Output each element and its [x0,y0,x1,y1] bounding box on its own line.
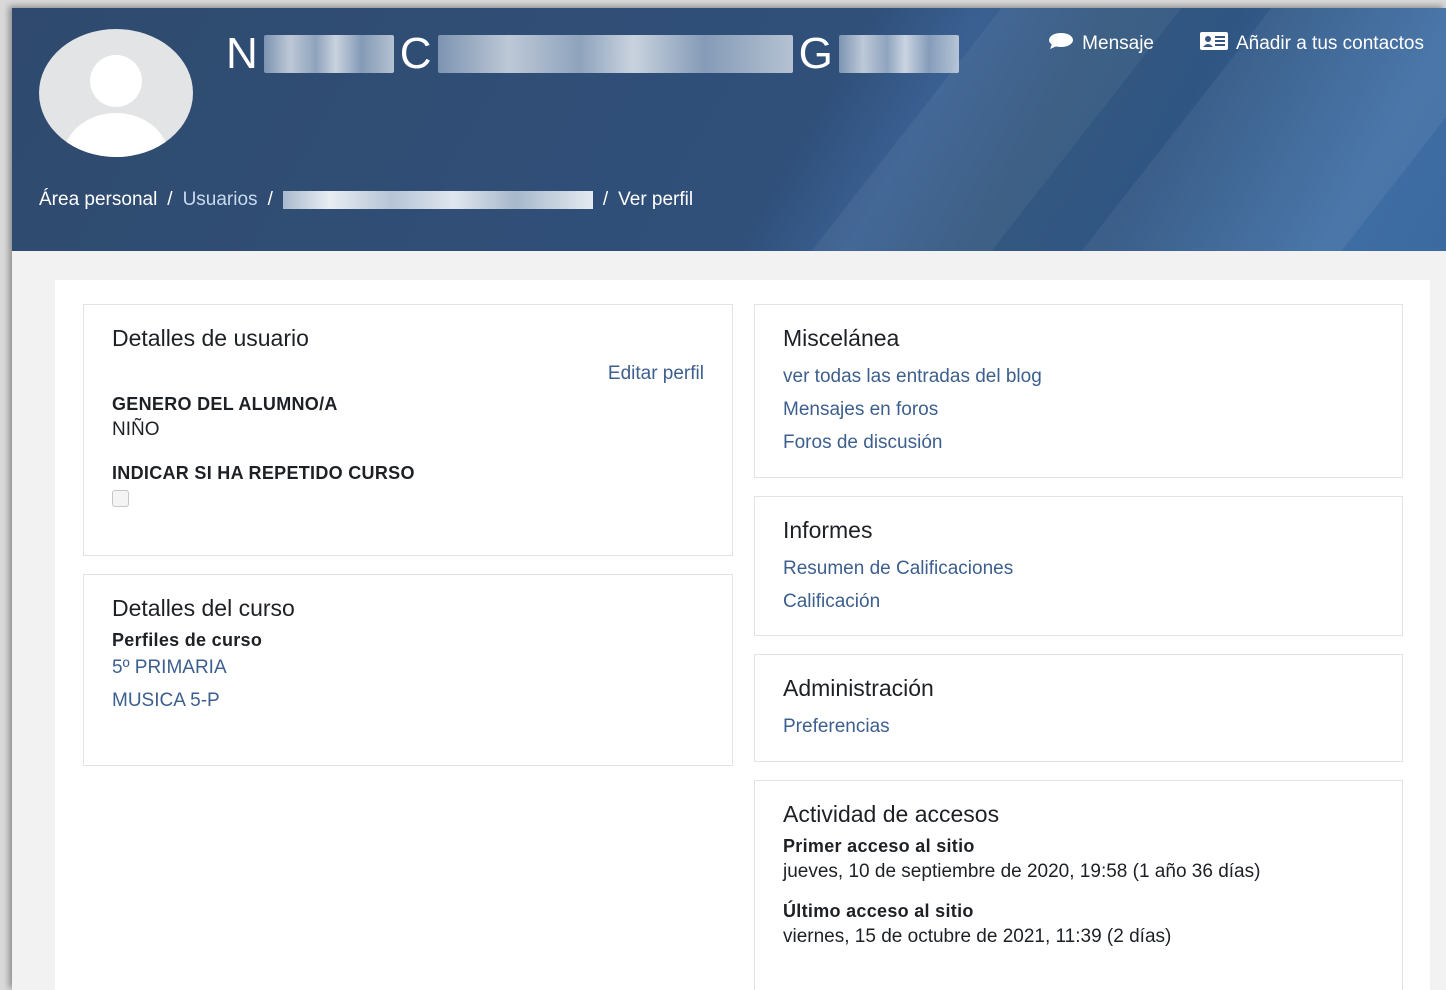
grade-link[interactable]: Calificación [783,585,1374,618]
administration-title: Administración [783,675,934,701]
first-access-value: jueves, 10 de septiembre de 2020, 19:58 … [783,861,1261,882]
breadcrumb-users[interactable]: Usuarios [183,189,258,211]
breadcrumb-home[interactable]: Área personal [39,189,157,211]
administration-card: Administración Preferencias [754,654,1403,762]
add-contact-label: Añadir a tus contactos [1236,33,1424,54]
repeated-course-checkbox[interactable] [112,490,129,507]
course-link[interactable]: 5º PRIMARIA [112,651,704,684]
redacted-name-part [437,35,793,73]
misc-card: Miscelánea ver todas las entradas del bl… [754,304,1403,478]
page-frame: N C G Mensaje Añadir a tus contactos Áre… [12,8,1446,990]
contact-card-icon [1200,32,1228,56]
avatar-body-shape [63,113,169,157]
forum-posts-link[interactable]: Mensajes en foros [783,393,1374,426]
user-full-name: N C G [226,26,959,82]
preferences-link[interactable]: Preferencias [783,710,1374,743]
last-access-label: Último acceso al sitio [783,901,974,921]
main-content: Detalles de usuario Editar perfil GENERO… [55,280,1430,990]
breadcrumb-separator: / [602,189,609,210]
access-activity-title: Actividad de accesos [783,801,1000,827]
blog-entries-link[interactable]: ver todas las entradas del blog [783,360,1374,393]
redacted-name-part [838,35,959,73]
redacted-name-part [263,35,394,73]
course-profiles-label: Perfiles de curso [112,630,263,650]
chat-bubble-icon [1048,32,1074,56]
reports-card: Informes Resumen de Calificaciones Calif… [754,496,1403,636]
course-link[interactable]: MUSICA 5-P [112,684,704,717]
forum-discussions-link[interactable]: Foros de discusión [783,426,1374,459]
message-button[interactable]: Mensaje [1048,32,1154,56]
name-initial-second: C [399,29,432,78]
message-label: Mensaje [1082,33,1154,54]
repeated-course-label: INDICAR SI HA REPETIDO CURSO [112,463,415,483]
profile-header: N C G Mensaje Añadir a tus contactos Áre… [12,8,1446,251]
header-actions: Mensaje Añadir a tus contactos [1048,32,1424,56]
first-access-label: Primer acceso al sitio [783,836,975,856]
gender-value: NIÑO [112,419,160,440]
breadcrumb-current: Ver perfil [618,189,694,210]
name-initial-third: G [798,29,833,78]
avatar-head-shape [90,55,142,107]
reports-title: Informes [783,517,873,543]
user-details-title: Detalles de usuario [112,325,309,351]
gender-label: GENERO DEL ALUMNO/A [112,394,338,414]
add-contact-button[interactable]: Añadir a tus contactos [1200,32,1424,56]
access-activity-card: Actividad de accesos Primer acceso al si… [754,780,1403,990]
last-access-value: viernes, 15 de octubre de 2021, 11:39 (2… [783,926,1172,947]
avatar[interactable] [39,29,193,157]
user-details-card: Detalles de usuario Editar perfil GENERO… [83,304,733,556]
edit-profile-link[interactable]: Editar perfil [608,363,704,385]
breadcrumb: Área personal / Usuarios / / Ver perfil [39,189,693,211]
name-initial-first: N [226,29,258,78]
breadcrumb-redacted-user[interactable] [282,191,593,209]
grades-summary-link[interactable]: Resumen de Calificaciones [783,552,1374,585]
course-details-title: Detalles del curso [112,595,295,621]
course-details-card: Detalles del curso Perfiles de curso 5º … [83,574,733,766]
breadcrumb-separator: / [267,189,273,210]
misc-title: Miscelánea [783,325,900,351]
breadcrumb-separator: / [167,189,173,210]
